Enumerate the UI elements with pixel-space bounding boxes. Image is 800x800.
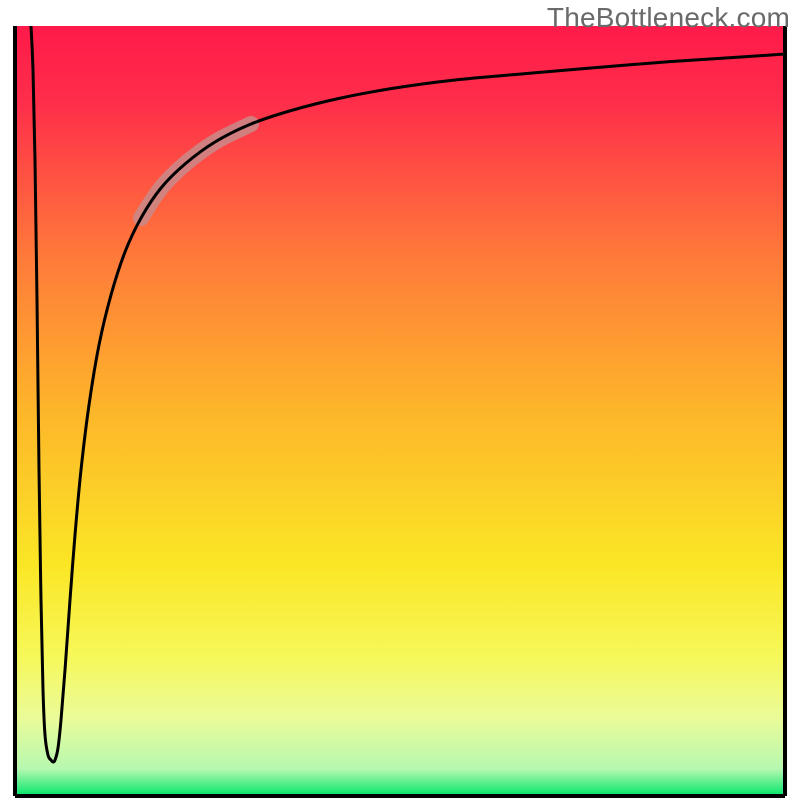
bottleneck-chart xyxy=(0,0,800,800)
chart-stage: TheBottleneck.com xyxy=(0,0,800,800)
plot-background xyxy=(15,26,785,796)
